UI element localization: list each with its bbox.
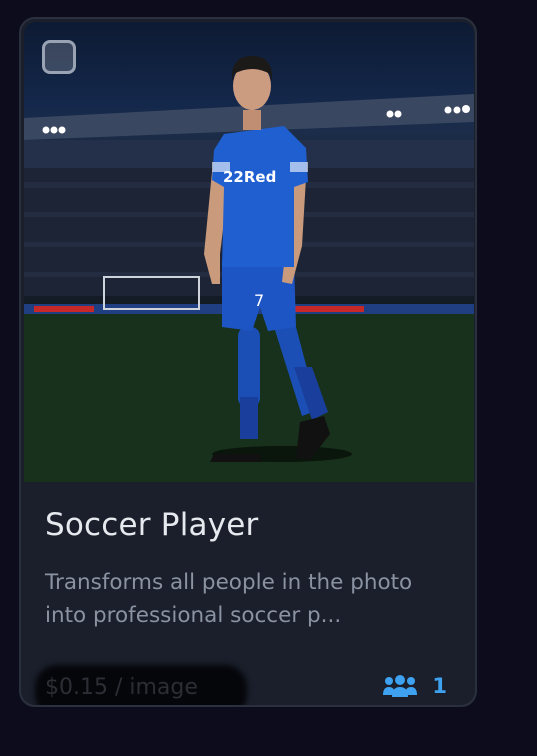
card-description: Transforms all people in the photo into … [45,570,413,628]
jersey-sponsor: 22Red [223,168,276,186]
price-value: $0.15 [45,675,108,700]
card-title: Soccer Player [45,507,259,543]
select-checkbox[interactable] [42,40,76,74]
price-unit: / image [114,675,198,700]
shorts-number: 7 [254,291,264,310]
soccer-player-illustration: 7 22Red [24,56,474,482]
users-icon [383,675,418,697]
preview-photo: 7 22Red [24,22,474,482]
users-count: 1 [432,674,447,698]
price-label: $0.15 / image [45,675,198,700]
users-indicator: 1 [382,674,447,698]
style-card[interactable]: 7 22Red Soccer Player Transforms all peo… [19,17,477,707]
